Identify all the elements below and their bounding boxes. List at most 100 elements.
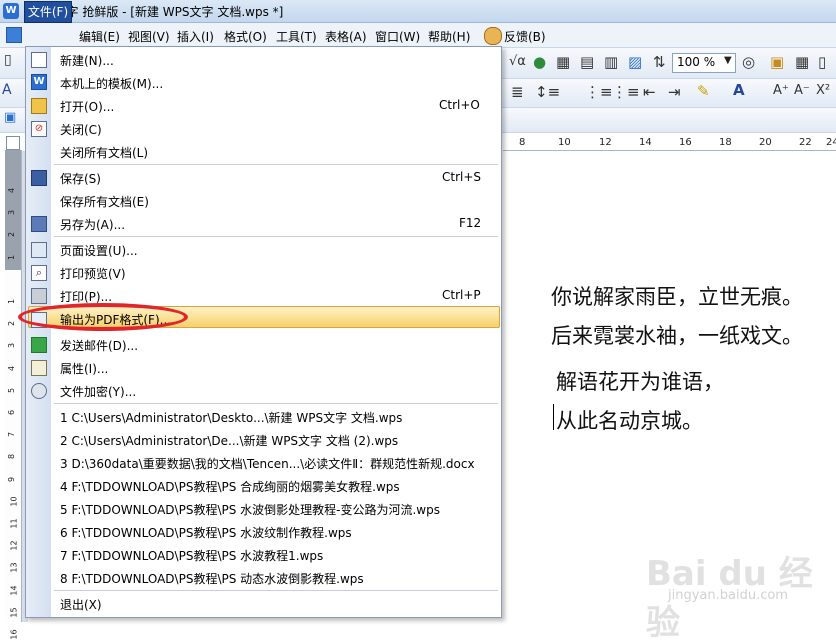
menu-format[interactable]: 格式(O) [224,28,267,45]
watermark-url: jingyan.baidu.com [668,588,788,603]
ruler-number: 12 [599,137,612,148]
menu-item-exit[interactable]: 退出(X) [60,596,102,613]
document-line[interactable]: 从此名动京城。 [556,405,703,435]
ruler-number: 8 [519,137,526,148]
align-icon[interactable]: ≣ [511,83,524,101]
table-icon[interactable]: ▦ [556,53,570,71]
menu-item-send-mail[interactable]: 发送邮件(D)... [60,337,138,354]
send-mail-icon [31,337,47,353]
chevron-down-icon[interactable]: ▼ [724,55,732,66]
recent-file-item[interactable]: 7 F:\TDDOWNLOAD\PS教程\PS 水波教程1.wps [60,547,323,564]
zoom-value: 100 % [677,55,716,69]
bullets-icon[interactable]: ⋮≡ [612,83,640,101]
menu-item-encrypt[interactable]: 文件加密(Y)... [60,383,136,400]
menu-edit[interactable]: 编辑(E) [79,28,120,45]
ruler-number: 11 [9,518,19,529]
encrypt-icon [31,383,47,399]
recent-file-item[interactable]: 8 F:\TDDOWNLOAD\PS教程\PS 动态水波倒影教程.wps [60,570,364,587]
ruler-number: 12 [9,540,19,551]
font-color-icon[interactable]: A [733,81,745,99]
print-preview-icon: ⌕ [31,265,47,281]
menu-help[interactable]: 帮助(H) [428,28,470,45]
grow-font-icon[interactable]: A⁺ [773,83,789,98]
document-line[interactable]: 解语花开为谁语， [556,366,724,396]
close-doc-icon: ⊘ [31,121,47,137]
shrink-font-icon[interactable]: A⁻ [794,83,810,98]
recent-file-item[interactable]: 1 C:\Users\Administrator\Deskto...\新建 WP… [60,409,402,426]
formula-icon[interactable]: √α [509,54,526,69]
recent-file-item[interactable]: 4 F:\TDDOWNLOAD\PS教程\PS 合成绚丽的烟雾美女教程.wps [60,478,400,495]
recent-file-item[interactable]: 6 F:\TDDOWNLOAD\PS教程\PS 水波纹制作教程.wps [60,524,352,541]
menu-separator [54,590,498,591]
ruler-number: 14 [639,137,652,148]
line-spacing-icon[interactable]: ↕≡ [535,83,560,101]
ruler-number: 4 [7,187,17,194]
page-setup-icon [31,242,47,258]
document-menu-icon[interactable] [6,27,22,43]
highlight-icon[interactable]: ✎ [697,82,710,100]
grid-icon[interactable]: ▤ [580,53,594,71]
ruler-number: 8 [7,454,17,460]
ruler-number: 3 [7,210,17,216]
menu-view[interactable]: 视图(V) [128,28,170,45]
template-icon: W [31,74,47,90]
ruler-number: 24 [826,137,836,148]
menu-file[interactable]: 文件(F) [24,1,72,23]
menu-item-print-preview[interactable]: 打印预览(V) [60,265,126,282]
menu-item-new[interactable]: 新建(N)... [60,52,114,69]
ruler-number: 2 [7,232,17,238]
ruler-number: 3 [7,343,17,349]
layout-icon[interactable]: ▦ [795,53,809,71]
ruler-number: 4 [7,365,17,371]
document-line[interactable]: 后来霓裳水袖，一纸戏文。 [551,320,803,350]
recent-file-item[interactable]: 3 D:\360data\重要数据\我的文档\Tencen...\必读文件Ⅱ：群… [60,455,475,472]
ruler-number: 14 [9,585,19,596]
numbering-icon[interactable]: ⋮≡ [585,83,613,101]
ruler-number: 16 [679,137,692,148]
increase-indent-icon[interactable]: ⇥ [668,83,681,101]
recent-file-item[interactable]: 2 C:\Users\Administrator\De...\新建 WPS文字 … [60,432,398,449]
doc-tab-icon[interactable]: ▣ [4,110,16,125]
new-doc-icon[interactable]: ▯ [4,52,12,68]
panel-icon[interactable]: ▣ [770,53,784,71]
menu-feedback[interactable]: 反馈(B) [504,28,546,45]
globe-icon[interactable]: ● [533,53,546,71]
menu-separator [54,403,498,404]
menu-item-template[interactable]: 本机上的模板(M)... [60,75,163,92]
feedback-icon[interactable] [484,27,502,45]
paragraph-mark-icon[interactable]: ⇅ [653,53,666,71]
menu-tools[interactable]: 工具(T) [276,28,317,45]
document-line[interactable]: 你说解家雨臣，立世无痕。 [551,281,803,311]
horizontal-ruler[interactable] [503,136,836,151]
save-icon [31,170,47,186]
menu-item-close[interactable]: 关闭(C) [60,121,102,138]
new-doc-icon [31,52,47,68]
menu-item-properties[interactable]: 属性(I)... [60,360,108,377]
menu-item-save-all[interactable]: 保存所有文档(E) [60,193,149,210]
picture-icon[interactable]: ▨ [628,53,642,71]
tab-stop-selector[interactable] [6,136,20,150]
ruler-number: 5 [7,387,17,393]
superscript-icon[interactable]: X² [816,83,830,98]
menu-window[interactable]: 窗口(W) [375,28,420,45]
ruler-number: 16 [9,629,19,640]
recent-file-item[interactable]: 5 F:\TDDOWNLOAD\PS教程\PS 水波倒影处理教程-变公路为河流.… [60,501,440,518]
decrease-indent-icon[interactable]: ⇤ [643,83,656,101]
open-folder-icon [31,98,47,114]
ruler-number: 20 [759,137,772,148]
ruler-number: 10 [9,496,19,507]
menu-insert[interactable]: 插入(I) [177,28,214,45]
ruler-number: 10 [558,137,571,148]
chart-icon[interactable]: ▥ [604,53,618,71]
ruler-number: 1 [7,254,17,260]
menu-item-page-setup[interactable]: 页面设置(U)... [60,242,138,259]
menu-separator [54,164,498,165]
menu-table[interactable]: 表格(A) [325,28,367,45]
menu-item-save[interactable]: 保存(S) [60,170,101,187]
help-icon[interactable]: ◎ [742,53,755,71]
menu-item-save-as[interactable]: 另存为(A)... [60,216,125,233]
more-icon[interactable]: ▯ [818,53,826,71]
menu-item-open[interactable]: 打开(O)... [60,98,114,115]
style-icon[interactable]: A [2,82,12,98]
menu-item-close-all[interactable]: 关闭所有文档(L) [60,144,148,161]
